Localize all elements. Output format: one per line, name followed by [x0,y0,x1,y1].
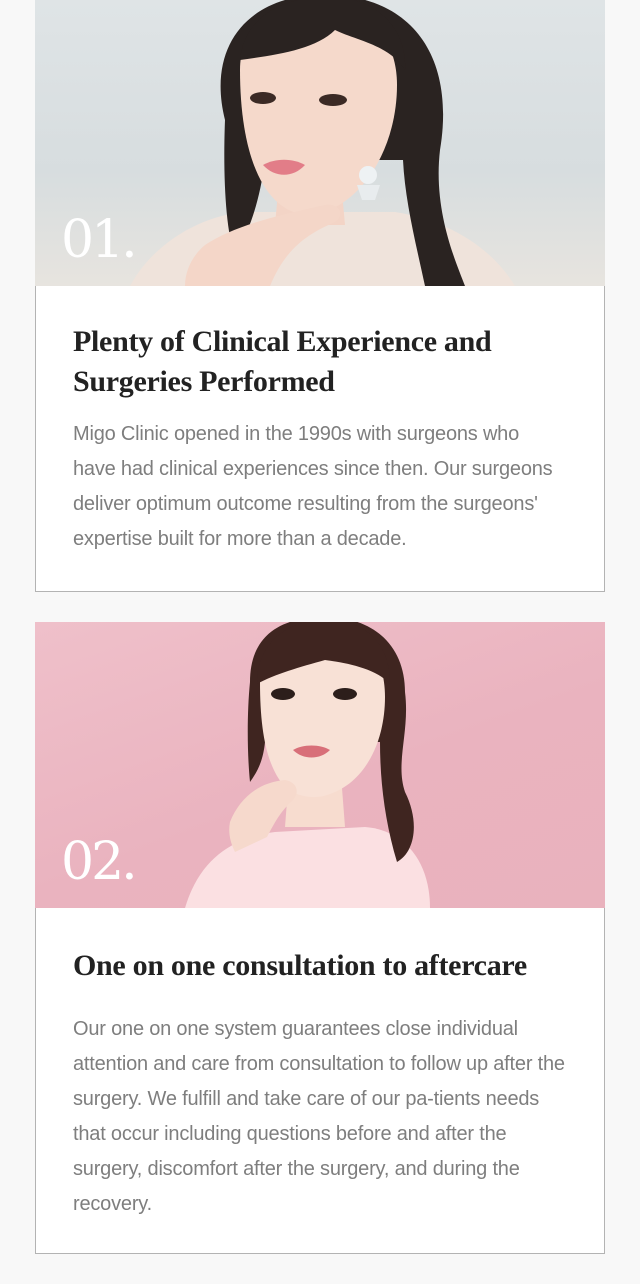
features-page: 01. Plenty of Clinical Experience and Su… [0,0,640,1284]
feature-description: Our one on one system guarantees close i… [73,1018,565,1215]
feature-photo-1: 01. [35,0,605,286]
feature-description: Migo Clinic opened in the 1990s with sur… [73,423,553,550]
feature-number: 01. [61,210,138,270]
feature-card-1: 01. Plenty of Clinical Experience and Su… [35,0,605,592]
feature-card-2: 02. One on one consultation to aftercare… [35,622,605,1254]
feature-title: Plenty of Clinical Experience and Surger… [73,325,492,398]
feature-text-box: Plenty of Clinical Experience and Surger… [35,286,605,592]
feature-number: 02. [61,832,138,892]
feature-photo-2: 02. [35,622,605,908]
feature-text-box: One on one consultation to aftercare Our… [35,908,605,1254]
feature-title: One on one consultation to aftercare [73,949,527,982]
